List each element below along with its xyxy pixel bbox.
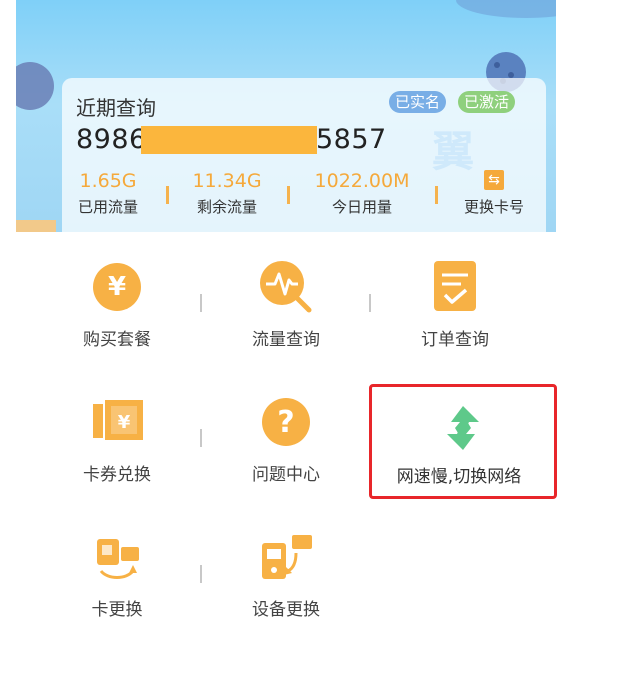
used-traffic-label: 已用流量 <box>77 198 138 216</box>
help-center-label: 问题中心 <box>252 465 320 485</box>
card-title: 近期查询 <box>76 96 156 120</box>
query-card: 翼 近期查询 已实名 已激活 8986 5857 1.65G 已用流量 11.3… <box>62 78 546 232</box>
remaining-traffic-label: 剩余流量 <box>196 198 257 216</box>
device-swap-icon <box>256 527 316 587</box>
grid-divider <box>369 294 371 312</box>
card-number-suffix: 5857 <box>316 124 387 155</box>
order-query-label: 订单查询 <box>421 330 489 350</box>
stat-divider <box>166 186 169 204</box>
ufo-decoration <box>456 0 556 18</box>
realname-badge: 已实名 <box>389 91 447 113</box>
grid-divider <box>200 294 202 312</box>
remaining-traffic-value: 11.34G <box>192 170 262 192</box>
today-usage-stat: 1022.00M 今日用量 <box>296 170 428 217</box>
highlight-box <box>369 384 557 499</box>
svg-text:¥: ¥ <box>118 412 131 433</box>
buy-package-label: 购买套餐 <box>83 330 151 350</box>
swap-card-label: 更换卡号 <box>463 198 524 216</box>
question-icon: ? <box>262 398 310 446</box>
planet-decoration <box>16 62 54 110</box>
coupon-redeem-label: 卡券兑换 <box>83 465 151 485</box>
card-replace-label: 卡更换 <box>91 600 143 620</box>
activated-badge: 已激活 <box>458 91 516 113</box>
grid-divider <box>200 565 202 583</box>
traffic-search-icon <box>256 257 316 317</box>
today-usage-label: 今日用量 <box>331 198 392 216</box>
sand-decoration <box>16 220 56 232</box>
order-check-icon <box>425 257 485 317</box>
buy-package-button[interactable]: ¥ 购买套餐 <box>47 257 187 350</box>
swap-card-button[interactable]: ⇆ 更换卡号 <box>448 170 540 217</box>
yen-coin-icon: ¥ <box>93 263 141 311</box>
traffic-query-label: 流量查询 <box>252 330 320 350</box>
card-number-prefix: 8986 <box>76 124 147 155</box>
used-traffic-value: 1.65G <box>79 170 137 192</box>
traffic-query-button[interactable]: 流量查询 <box>216 257 356 350</box>
coupon-ticket-icon: ¥ <box>87 392 147 452</box>
today-usage-value: 1022.00M <box>314 170 410 192</box>
sim-swap-icon <box>87 527 147 587</box>
help-center-button[interactable]: ? 问题中心 <box>216 392 356 485</box>
used-traffic-stat: 1.65G 已用流量 <box>62 170 154 217</box>
stat-divider <box>287 186 290 204</box>
remaining-traffic-stat: 11.34G 剩余流量 <box>174 170 280 217</box>
card-replace-button[interactable]: 卡更换 <box>47 527 187 620</box>
number-mask <box>141 126 317 154</box>
coupon-redeem-button[interactable]: ¥ 卡券兑换 <box>47 392 187 485</box>
order-query-button[interactable]: 订单查询 <box>385 257 525 350</box>
device-replace-button[interactable]: 设备更换 <box>216 527 356 620</box>
stat-divider <box>435 186 438 204</box>
device-replace-label: 设备更换 <box>252 600 320 620</box>
grid-divider <box>200 429 202 447</box>
swap-icon: ⇆ <box>484 170 504 190</box>
header-banner: 翼 近期查询 已实名 已激活 8986 5857 1.65G 已用流量 11.3… <box>16 0 556 232</box>
card-number: 8986 5857 <box>76 124 386 155</box>
